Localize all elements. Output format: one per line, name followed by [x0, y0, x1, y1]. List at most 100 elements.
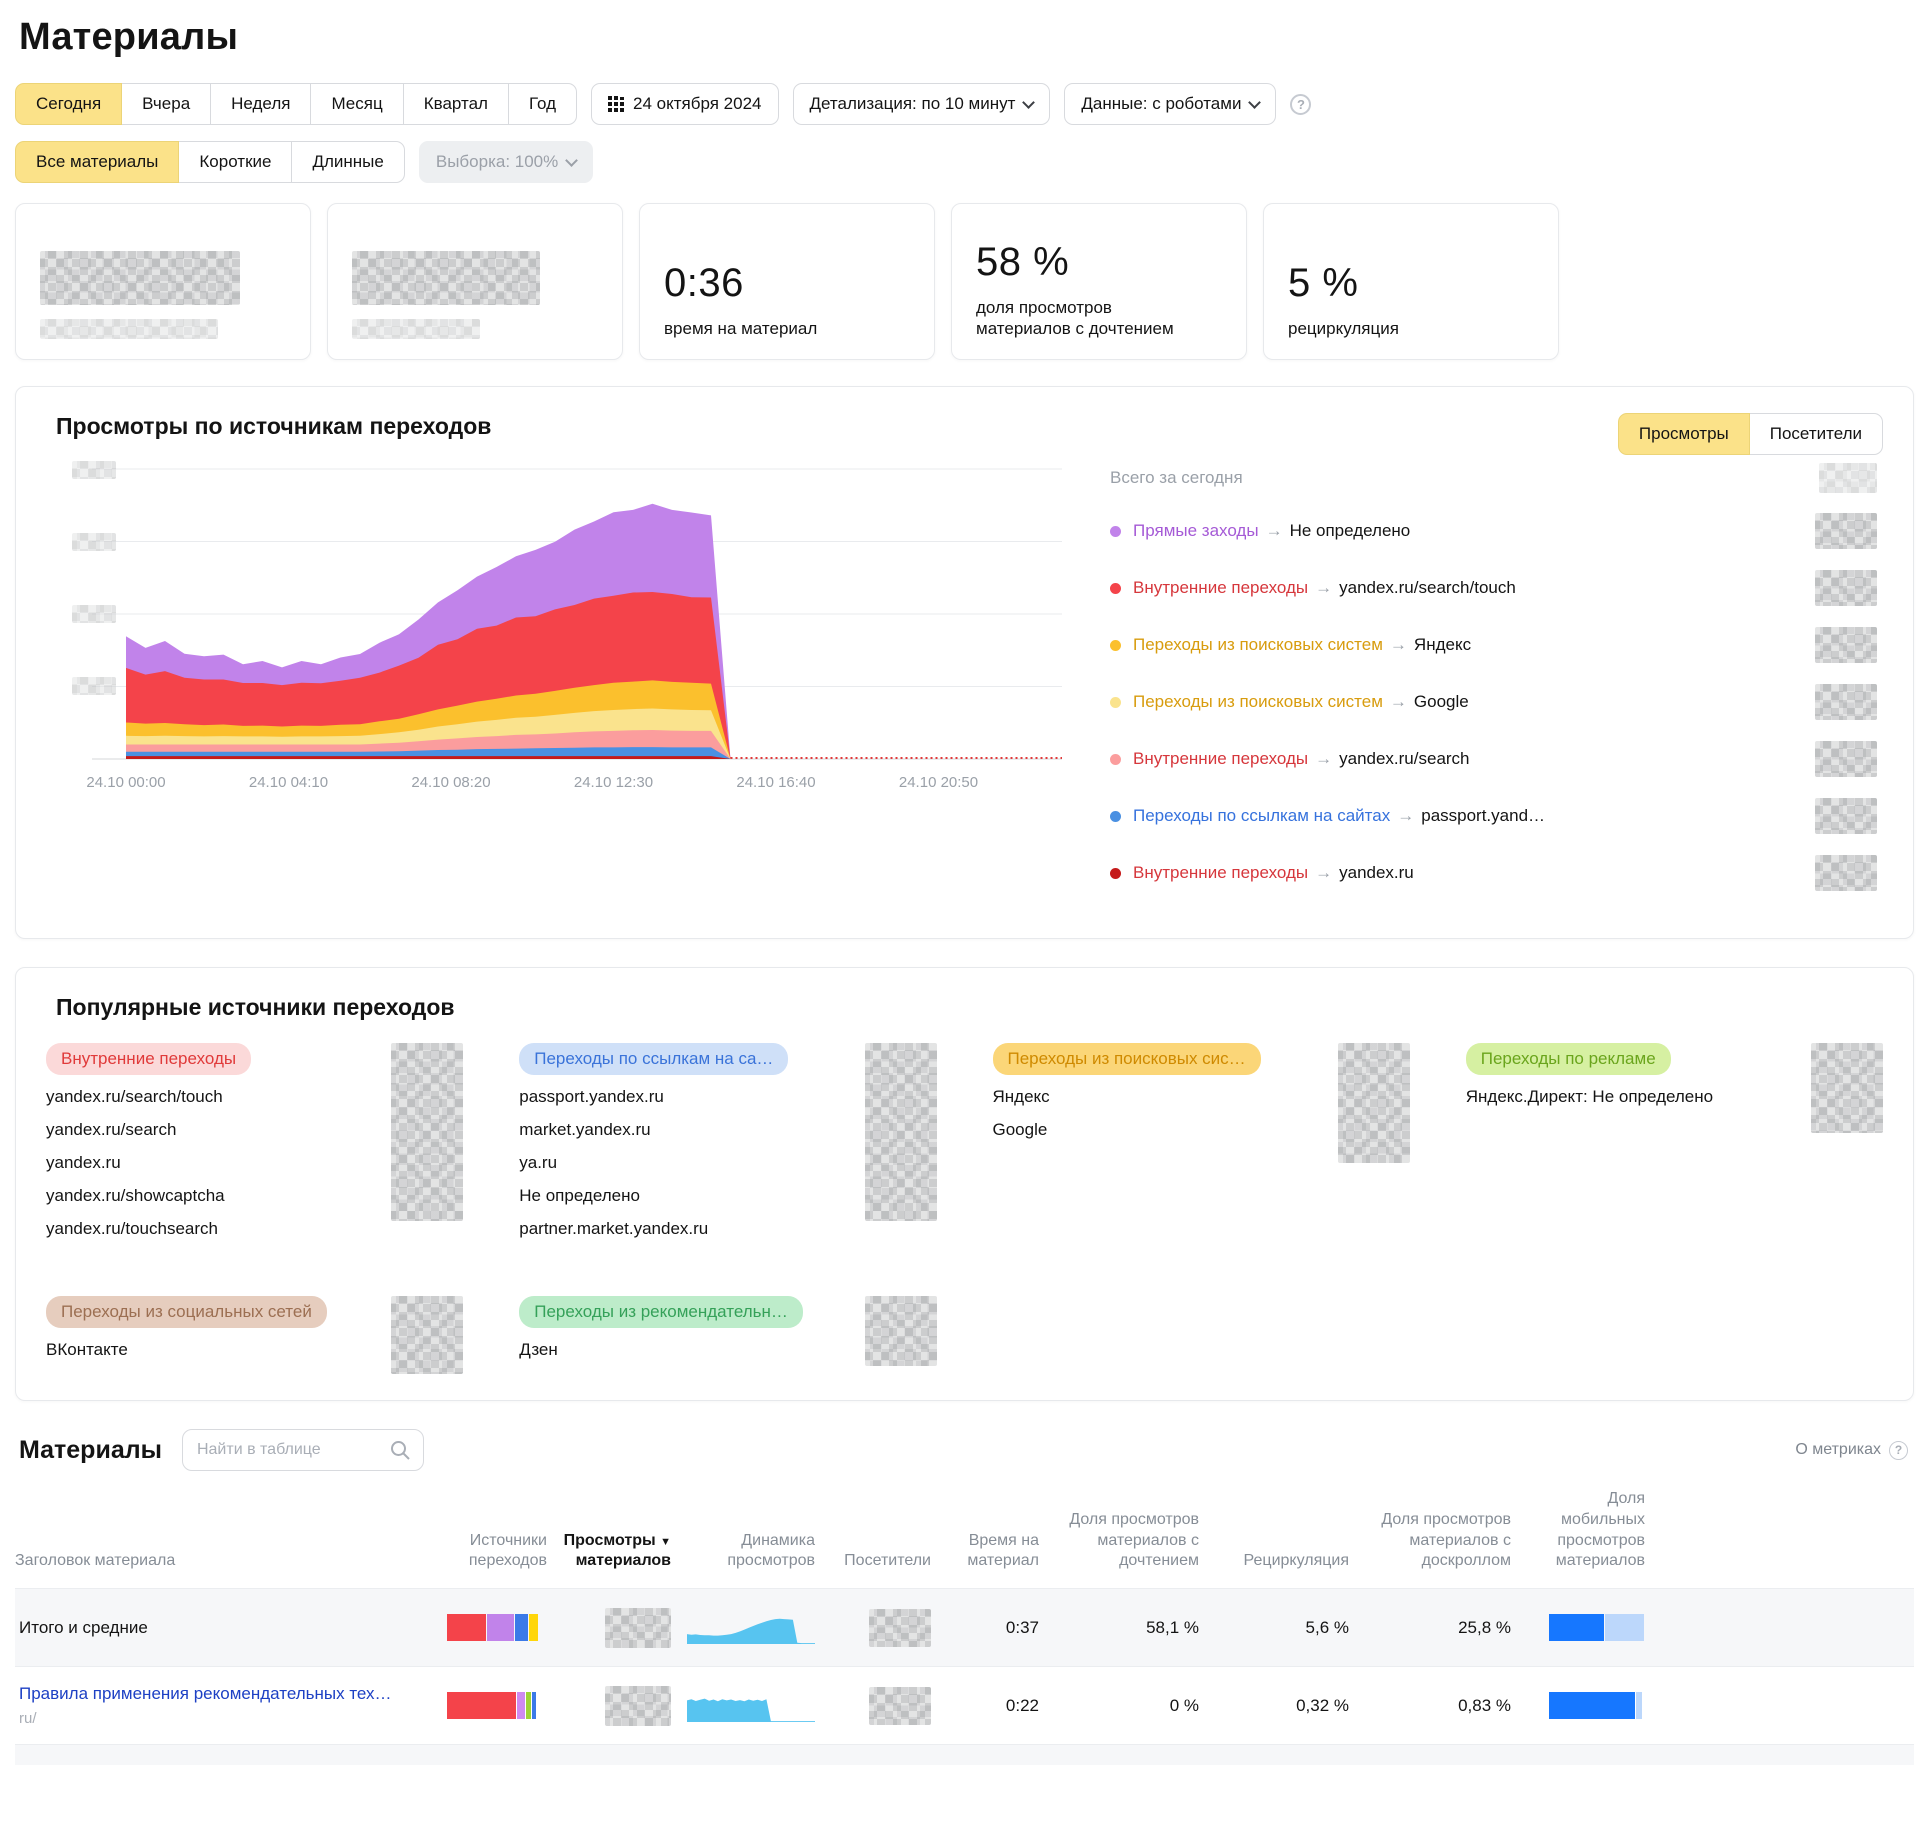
source-group: Переходы по ссылкам на са… passport.yande…: [519, 1043, 936, 1252]
arrow-icon: →: [1397, 806, 1414, 826]
recirculation: 0,32 %: [1211, 1696, 1349, 1716]
card-label: время на материал: [664, 318, 910, 339]
source-item: yandex.ru/search/touch: [46, 1087, 251, 1107]
help-icon[interactable]: ?: [1889, 1441, 1908, 1460]
source-group: Переходы по рекламе Яндекс.Директ: Не опр…: [1466, 1043, 1883, 1252]
source-category-badge[interactable]: Переходы по рекламе: [1466, 1043, 1671, 1075]
views-sparkline: [687, 1690, 815, 1722]
sort-desc-icon: ▼: [660, 1536, 671, 1548]
legend-target: yandex.ru/search: [1339, 749, 1469, 769]
arrow-icon: →: [1390, 635, 1407, 655]
legend-source-link[interactable]: Внутренние переходы: [1133, 749, 1308, 769]
legend-row: Прямые заходы→Не определено: [1110, 513, 1877, 549]
censored-visitors: [869, 1609, 931, 1647]
column-header-9[interactable]: Доля просмотров материалов с доскроллом: [1361, 1510, 1511, 1572]
source-item: yandex.ru/touchsearch: [46, 1219, 251, 1239]
material-type-tab-3[interactable]: Длинные: [291, 141, 404, 183]
column-header-4[interactable]: Динамика просмотров: [683, 1531, 815, 1573]
legend-source-link[interactable]: Переходы по ссылкам на сайтах: [1133, 806, 1390, 826]
page-title: Материалы: [19, 16, 1914, 59]
card-label: доля просмотров материалов с дочтением: [976, 297, 1191, 340]
source-category-badge[interactable]: Переходы по ссылкам на са…: [519, 1043, 788, 1075]
date-picker-label: 24 октября 2024: [633, 94, 761, 114]
period-tab-6[interactable]: Год: [508, 83, 577, 125]
source-category-badge[interactable]: Переходы из рекомендательн…: [519, 1296, 803, 1328]
summary-cards: 0:36 время на материал 58 % доля просмот…: [15, 203, 1914, 360]
period-tab-1[interactable]: Сегодня: [15, 83, 122, 125]
column-header-8[interactable]: Рециркуляция: [1211, 1551, 1349, 1572]
material-type-tab-2[interactable]: Короткие: [178, 141, 292, 183]
stacked-area-chart: 24.10 00:0024.10 04:1024.10 08:2024.10 1…: [46, 455, 1076, 912]
period-tab-5[interactable]: Квартал: [403, 83, 509, 125]
column-header-2[interactable]: Источники переходов: [447, 1531, 547, 1573]
source-item: ВКонтакте: [46, 1340, 327, 1360]
source-item: Google: [993, 1120, 1261, 1140]
svg-text:24.10 00:00: 24.10 00:00: [86, 774, 165, 791]
censored-label: [40, 319, 218, 339]
column-header-1[interactable]: Заголовок материала: [15, 1551, 435, 1572]
help-icon[interactable]: ?: [1290, 94, 1311, 115]
card-value: 58 %: [976, 240, 1222, 285]
sample-dropdown[interactable]: Выборка: 100%: [419, 141, 593, 183]
material-type-segmented-control: Все материалыКороткиеДлинные: [15, 141, 405, 183]
legend-source-link[interactable]: Внутренние переходы: [1133, 863, 1308, 883]
chart-toggle-tab-2[interactable]: Посетители: [1749, 413, 1883, 455]
source-item: yandex.ru: [46, 1153, 251, 1173]
censored-source-values: [1338, 1043, 1410, 1163]
data-mode-label: Данные: с роботами: [1081, 94, 1241, 114]
chart-toggle-tab-1[interactable]: Просмотры: [1618, 413, 1750, 455]
legend-source-link[interactable]: Переходы из поисковых систем: [1133, 692, 1383, 712]
source-group: Переходы из поисковых сис…ЯндексGoogle: [993, 1043, 1410, 1252]
mobile-share-bar: [1549, 1614, 1645, 1641]
summary-card-recirculation: 5 % рециркуляция: [1263, 203, 1559, 360]
censored-views: [605, 1608, 671, 1648]
scroll-share: 25,8 %: [1361, 1618, 1511, 1638]
period-tab-2[interactable]: Вчера: [121, 83, 211, 125]
svg-text:24.10 04:10: 24.10 04:10: [249, 774, 328, 791]
source-item: Яндекс.Директ: Не определено: [1466, 1087, 1713, 1107]
source-item: yandex.ru/search: [46, 1120, 251, 1140]
read-share: 0 %: [1051, 1696, 1199, 1716]
column-header-3[interactable]: Просмотры ▼материалов: [559, 1531, 671, 1573]
sources-bar: [447, 1614, 545, 1641]
sources-bar: [447, 1692, 545, 1719]
legend-source-link[interactable]: Переходы из поисковых систем: [1133, 635, 1383, 655]
source-category-badge[interactable]: Переходы из социальных сетей: [46, 1296, 327, 1328]
source-category-badge[interactable]: Переходы из поисковых сис…: [993, 1043, 1261, 1075]
column-header-10[interactable]: Доля мобильных просмотров материалов: [1523, 1489, 1645, 1572]
source-item: passport.yandex.ru: [519, 1087, 788, 1107]
arrow-icon: →: [1315, 749, 1332, 769]
about-metrics-link[interactable]: О метриках ?: [1795, 1441, 1908, 1460]
legend-source-link[interactable]: Прямые заходы: [1133, 521, 1259, 541]
sources-grid: Внутренние переходы yandex.ru/search/touc…: [46, 1043, 1883, 1374]
period-segmented-control: СегодняВчераНеделяМесяцКварталГод: [15, 83, 577, 125]
period-tab-3[interactable]: Неделя: [210, 83, 311, 125]
legend-dot-icon: [1110, 868, 1121, 879]
period-tab-4[interactable]: Месяц: [310, 83, 403, 125]
date-picker-button[interactable]: 24 октября 2024: [591, 83, 778, 125]
censored-legend-value: [1815, 798, 1877, 834]
table-search: [182, 1429, 424, 1471]
card-value: 0:36: [664, 261, 910, 306]
time-on-material: 0:22: [943, 1696, 1039, 1716]
column-header-7[interactable]: Доля просмотров материалов с дочтением: [1051, 1510, 1199, 1572]
search-input[interactable]: [182, 1429, 424, 1471]
chart-panel: Просмотры по источникам переходов Просмо…: [15, 386, 1914, 939]
data-mode-dropdown[interactable]: Данные: с роботами: [1064, 83, 1276, 125]
legend-source-link[interactable]: Внутренние переходы: [1133, 578, 1308, 598]
mobile-share-bar: [1549, 1692, 1645, 1719]
material-link[interactable]: Правила применения рекомендательных тех…: [19, 1684, 392, 1703]
column-header-5[interactable]: Посетители: [827, 1551, 931, 1572]
source-item: ya.ru: [519, 1153, 788, 1173]
legend-row: Переходы по ссылкам на сайтах → passport.y…: [1110, 798, 1877, 834]
censored-source-values: [391, 1296, 463, 1374]
detail-dropdown[interactable]: Детализация: по 10 минут: [793, 83, 1051, 125]
legend-target: Не определено: [1290, 521, 1411, 541]
column-header-6[interactable]: Время на материал: [943, 1531, 1039, 1573]
material-type-tab-1[interactable]: Все материалы: [15, 141, 179, 183]
censored-legend-value: [1815, 855, 1877, 891]
legend-target: passport.yand…: [1421, 806, 1545, 826]
source-item: partner.market.yandex.ru: [519, 1219, 788, 1239]
source-category-badge[interactable]: Внутренние переходы: [46, 1043, 251, 1075]
materials-table: Итого и средние0:3758,1 %5,6 %25,8 %Прав…: [15, 1588, 1914, 1744]
